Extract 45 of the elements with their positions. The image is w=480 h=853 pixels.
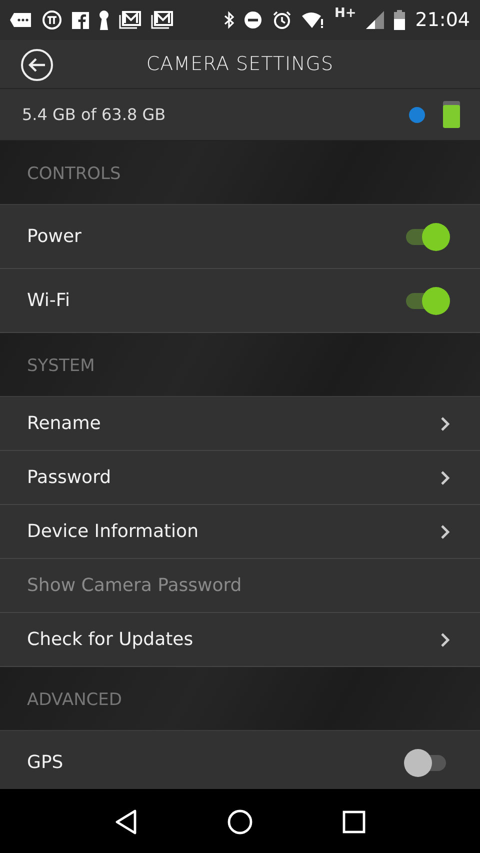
toggle-switch[interactable] [404,286,450,316]
row-label: Device Information [27,521,200,542]
row-label: Show Camera Password [27,575,243,596]
settings-row[interactable]: Wi-Fi [0,269,480,333]
screen-title: CAMERA SETTINGS [146,53,334,75]
back-nav-button[interactable] [114,808,138,834]
chevron-icon [440,470,450,486]
storage-usage: 5.4 GB of 63.8 GB [22,105,167,124]
chevron-icon [440,632,450,648]
recents-button[interactable] [342,810,366,834]
settings-row[interactable]: Check for Updates [0,613,480,667]
wifi-icon [302,11,324,29]
do-not-disturb-icon [244,11,262,29]
section-header: CONTROLS [27,164,121,184]
settings-row[interactable]: Device Information [0,505,480,559]
signal-icon [366,11,384,29]
section-header: SYSTEM [27,356,95,376]
alarm-icon [272,10,292,30]
settings-row[interactable]: Password [0,451,480,505]
settings-row[interactable]: Power [0,205,480,269]
keyhole-icon [99,10,109,30]
row-label: Wi-Fi [27,290,71,311]
network-type: H+ [334,6,356,21]
settings-row[interactable]: GPS [0,731,480,789]
section-header: ADVANCED [27,690,122,710]
row-label: Password [27,467,112,488]
toggle-switch[interactable] [404,222,450,252]
facebook-icon [72,12,89,28]
message-icon [10,12,32,28]
chevron-icon [440,524,450,540]
row-label: GPS [27,752,64,773]
back-button[interactable] [20,48,54,82]
mail-icon [151,11,173,29]
pi-icon [42,10,62,30]
row-label: Power [27,226,82,247]
settings-row[interactable]: Rename [0,397,480,451]
camera-battery-icon [443,101,460,128]
bluetooth-icon [224,11,234,29]
row-label: Check for Updates [27,629,194,650]
battery-icon [394,10,406,30]
row-label: Rename [27,413,102,434]
home-button[interactable] [226,808,253,834]
chevron-icon [440,416,450,432]
clock: 21:04 [415,9,470,31]
mail-icon [119,11,141,29]
